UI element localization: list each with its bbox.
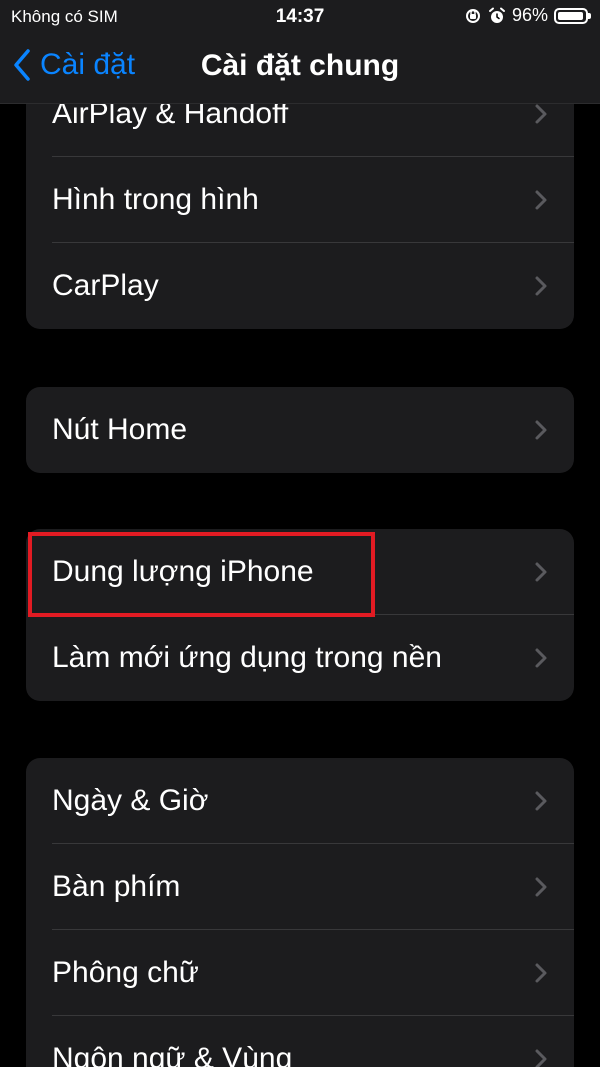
chevron-right-icon <box>535 104 547 124</box>
settings-group-home-button: Nút Home <box>26 387 574 473</box>
row-label: Dung lượng iPhone <box>52 555 314 588</box>
row-keyboard[interactable]: Bàn phím <box>26 844 574 930</box>
battery-icon <box>554 7 591 24</box>
status-bar: Không có SIM 14:37 96% <box>0 0 600 34</box>
chevron-right-icon <box>535 276 547 296</box>
status-indicators: 96% <box>464 5 591 26</box>
chevron-right-icon <box>535 562 547 582</box>
battery-percent: 96% <box>511 5 548 25</box>
chevron-right-icon <box>535 1049 547 1067</box>
row-date-time[interactable]: Ngày & Giờ <box>26 758 574 844</box>
settings-group-locale: Ngày & Giờ Bàn phím Phông chữ Ngôn ngữ &… <box>26 758 574 1067</box>
chevron-right-icon <box>535 877 547 897</box>
row-label: Nút Home <box>52 413 188 446</box>
settings-group-connectivity: AirPlay & Handoff Hình trong hình CarPla… <box>26 71 574 329</box>
row-label: Ngày & Giờ <box>52 784 209 817</box>
row-home-button[interactable]: Nút Home <box>26 387 574 473</box>
chevron-right-icon <box>535 190 547 210</box>
row-background-app-refresh[interactable]: Làm mới ứng dụng trong nền <box>26 615 574 701</box>
chevron-right-icon <box>535 648 547 668</box>
battery-level <box>558 11 583 20</box>
chevron-left-icon <box>14 49 30 81</box>
row-label: Làm mới ứng dụng trong nền <box>52 641 442 674</box>
alarm-icon <box>488 7 505 23</box>
row-language-region[interactable]: Ngôn ngữ & Vùng <box>26 1016 574 1067</box>
row-picture-in-picture[interactable]: Hình trong hình <box>26 157 574 243</box>
chevron-right-icon <box>535 963 547 983</box>
back-button-label: Cài đặt <box>40 48 136 81</box>
row-label: Bàn phím <box>52 870 181 903</box>
row-fonts[interactable]: Phông chữ <box>26 930 574 1016</box>
orientation-lock-icon <box>465 8 480 23</box>
settings-group-storage: Dung lượng iPhone Làm mới ứng dụng trong… <box>26 529 574 701</box>
row-iphone-storage[interactable]: Dung lượng iPhone <box>26 529 574 615</box>
navigation-bar: Cài đặt Cài đặt chung <box>0 34 600 104</box>
row-label: Ngôn ngữ & Vùng <box>52 1042 293 1067</box>
chevron-right-icon <box>535 791 547 811</box>
row-label: Hình trong hình <box>52 183 259 216</box>
chevron-right-icon <box>535 420 547 440</box>
settings-list: AirPlay & Handoff Hình trong hình CarPla… <box>0 0 600 1067</box>
row-label: CarPlay <box>52 269 159 302</box>
row-label: Phông chữ <box>52 956 199 989</box>
row-carplay[interactable]: CarPlay <box>26 243 574 329</box>
back-button[interactable]: Cài đặt <box>12 48 135 82</box>
